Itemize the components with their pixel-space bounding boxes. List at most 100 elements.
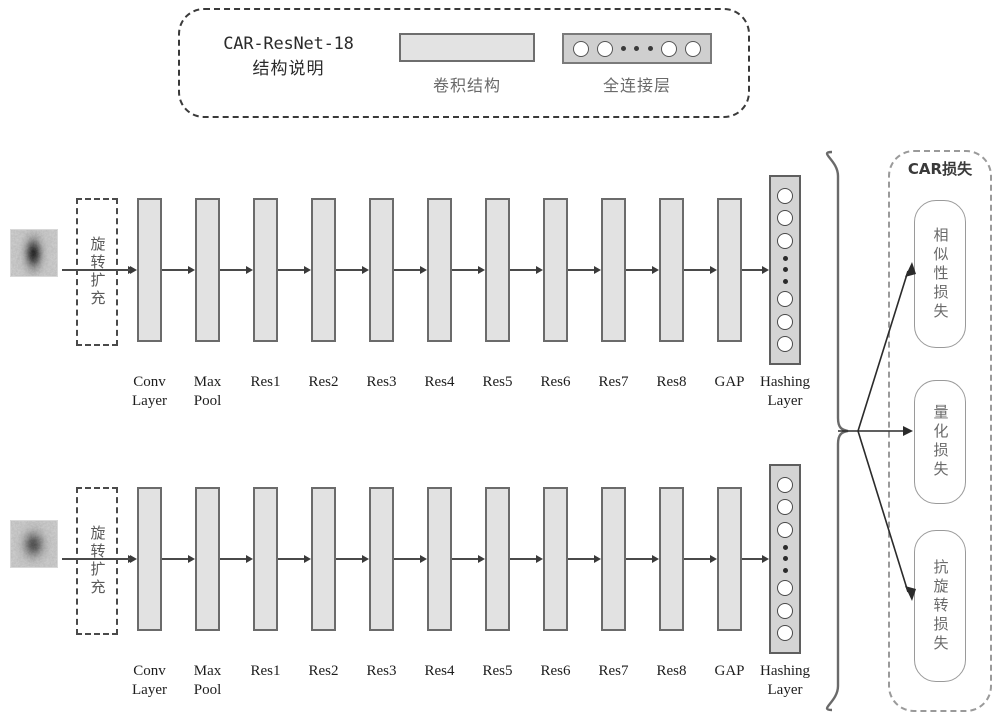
layer-label-gap: GAP [698, 373, 762, 392]
layer-label-conv-layer: Conv Layer [118, 373, 182, 411]
layer-label-res6: Res6 [524, 662, 588, 681]
layer-flow-arrow-head [362, 266, 369, 274]
layer-flow-arrow-head [536, 555, 543, 563]
layer-label-line: Layer [118, 681, 182, 700]
rotation-augmentation-label: 旋转扩充 [90, 525, 105, 597]
layer-block-conv-layer [137, 487, 162, 631]
layer-block-res3 [369, 487, 394, 631]
layer-block-res5 [485, 487, 510, 631]
layer-flow-arrow [452, 269, 479, 271]
hash-node-circle [777, 522, 793, 538]
hash-ellipsis-dot [783, 267, 788, 272]
hash-node-circle [777, 603, 793, 619]
layer-label-res3: Res3 [350, 373, 414, 392]
layer-block-res5 [485, 198, 510, 342]
layer-flow-arrow-head [304, 266, 311, 274]
layer-flow-arrow [568, 269, 595, 271]
layer-block-res2 [311, 198, 336, 342]
hashing-layer-block [769, 464, 801, 654]
input-sample-image [10, 520, 58, 568]
layer-label-res6: Res6 [524, 373, 588, 392]
rotation-augmentation-box: 旋转扩充 [76, 487, 118, 635]
layer-label-conv-layer: Conv Layer [118, 662, 182, 700]
layer-flow-arrow [278, 558, 305, 560]
input-sample-image [10, 229, 58, 277]
layer-block-max-pool [195, 198, 220, 342]
layer-label-line: Hashing [753, 662, 817, 681]
layer-label-max-pool: Max Pool [176, 662, 240, 700]
layer-flow-arrow-head [536, 266, 543, 274]
layer-label-line: Res5 [466, 662, 530, 681]
layer-label-line: Conv [118, 373, 182, 392]
layer-flow-arrow [162, 269, 189, 271]
layer-label-res7: Res7 [582, 373, 646, 392]
layer-label-res1: Res1 [234, 373, 298, 392]
layer-label-line: Res3 [350, 662, 414, 681]
layer-block-res6 [543, 487, 568, 631]
layer-block-res8 [659, 198, 684, 342]
layer-block-conv-layer [137, 198, 162, 342]
layer-flow-arrow [684, 269, 711, 271]
layer-label-line: Pool [176, 681, 240, 700]
layer-label-hashing-layer: Hashing Layer [753, 373, 817, 411]
layer-flow-arrow [394, 558, 421, 560]
layer-label-line: Res5 [466, 373, 530, 392]
hash-ellipsis-dot [783, 545, 788, 550]
layer-flow-arrow-head [420, 555, 427, 563]
layer-block-gap [717, 198, 742, 342]
layer-label-res8: Res8 [640, 662, 704, 681]
layer-label-line: Res1 [234, 662, 298, 681]
layer-block-gap [717, 487, 742, 631]
hash-node-circle [777, 477, 793, 493]
layer-block-max-pool [195, 487, 220, 631]
layer-block-res1 [253, 198, 278, 342]
layer-block-res8 [659, 487, 684, 631]
hashing-layer-block [769, 175, 801, 365]
layer-flow-arrow-head [710, 266, 717, 274]
layer-label-line: Res6 [524, 662, 588, 681]
fc-node-circle [685, 41, 701, 57]
layer-flow-arrow [510, 269, 537, 271]
layer-block-res4 [427, 198, 452, 342]
car-loss-title: CAR损失 [888, 158, 992, 179]
layer-block-res1 [253, 487, 278, 631]
anti-rotation-loss-label: 抗旋转损失 [933, 559, 948, 654]
layer-label-line: Res1 [234, 373, 298, 392]
layer-flow-arrow [510, 558, 537, 560]
similarity-loss-label: 相似性损失 [933, 227, 948, 322]
legend-fc-swatch [562, 33, 712, 64]
legend-fc-label: 全连接层 [562, 72, 712, 96]
layer-label-line: Hashing [753, 373, 817, 392]
layer-block-res7 [601, 198, 626, 342]
layer-label-res2: Res2 [292, 373, 356, 392]
fc-ellipsis-dot [648, 46, 653, 51]
hash-node-circle [777, 291, 793, 307]
rotation-to-conv-arrow-head [130, 555, 137, 563]
quantization-loss-box: 量化损失 [914, 380, 966, 504]
layer-flow-arrow-head [188, 266, 195, 274]
layer-flow-arrow-head [188, 555, 195, 563]
layer-label-line: Res6 [524, 373, 588, 392]
layer-flow-arrow-head [420, 266, 427, 274]
layer-label-res3: Res3 [350, 662, 414, 681]
layer-flow-arrow [336, 269, 363, 271]
layer-flow-arrow-head [362, 555, 369, 563]
layer-label-max-pool: Max Pool [176, 373, 240, 411]
layer-flow-arrow-head [710, 555, 717, 563]
hash-node-circle [777, 336, 793, 352]
layer-flow-arrow-head [478, 266, 485, 274]
layer-flow-arrow [742, 558, 763, 560]
diagram-canvas: CAR-ResNet-18 结构说明 卷积结构 全连接层 旋转扩充 Conv Lay… [0, 0, 1000, 721]
layer-label-line: GAP [698, 373, 762, 392]
quantization-loss-label: 量化损失 [933, 404, 948, 480]
legend-title: CAR-ResNet-18 结构说明 [196, 32, 381, 82]
layer-flow-arrow-head [246, 555, 253, 563]
layer-flow-arrow-head [594, 266, 601, 274]
layer-flow-arrow-head [594, 555, 601, 563]
hash-node-circle [777, 188, 793, 204]
layer-label-line: Res8 [640, 373, 704, 392]
layer-flow-arrow [626, 558, 653, 560]
layer-label-line: Res7 [582, 373, 646, 392]
layer-flow-arrow [278, 269, 305, 271]
layer-label-res8: Res8 [640, 373, 704, 392]
